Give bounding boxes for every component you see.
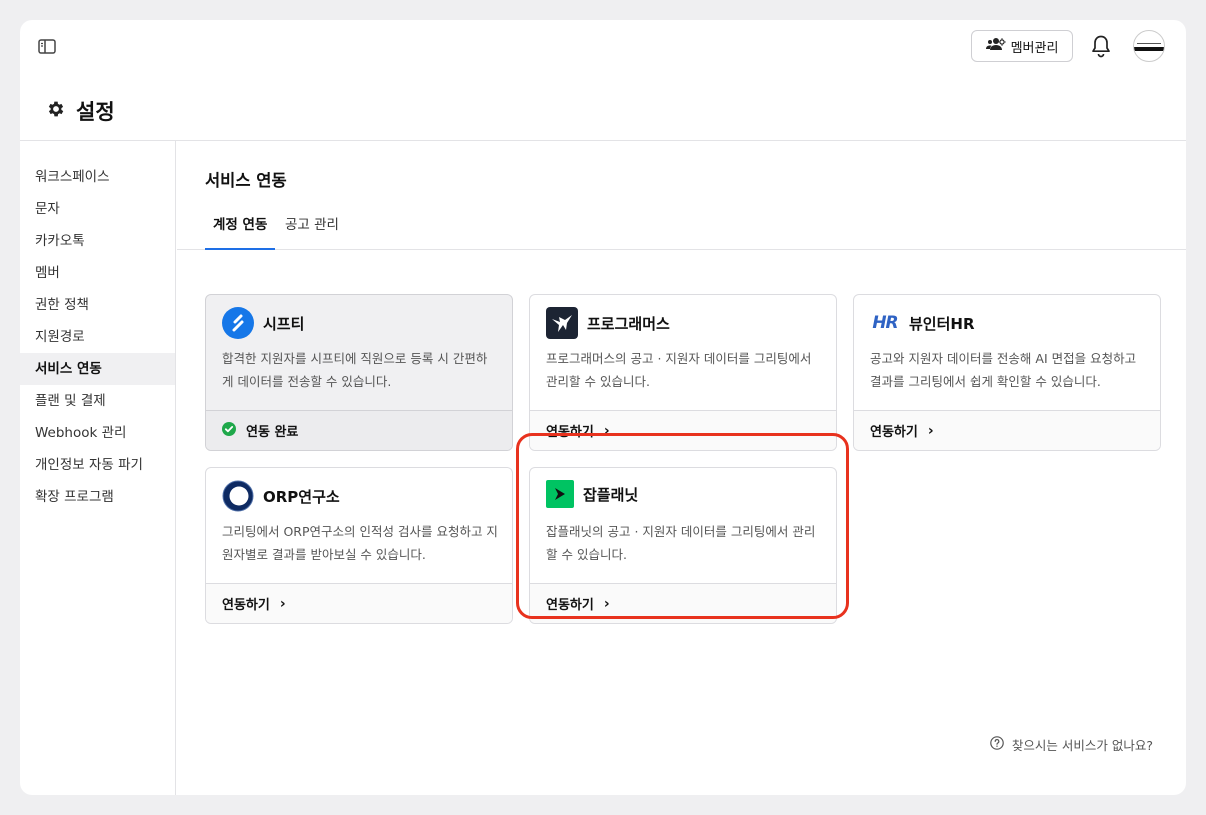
topbar: 멤버관리 [20, 20, 1186, 76]
app-window: 멤버관리 설정 워크스페이스 문자 카카오톡 멤버 권한 정책 지원경로 서비스… [20, 20, 1186, 795]
sidebar-item-sms[interactable]: 문자 [20, 193, 175, 225]
sidebar-item-integrations[interactable]: 서비스 연동 [20, 353, 175, 385]
card-title: 잡플래닛 [583, 485, 639, 504]
status-label: 연동 완료 [246, 425, 299, 440]
integration-status: 연동 완료 [206, 410, 512, 450]
integration-card-viewinter-hr: HR 뷰인터HR 공고와 지원자 데이터를 전송해 AI 면접을 요청하고 결과… [853, 294, 1161, 451]
card-description: 프로그래머스의 공고 · 지원자 데이터를 그리팅에서 관리할 수 있습니다. [546, 351, 812, 389]
question-circle-icon [990, 736, 1004, 753]
missing-service-help-link[interactable]: 찾으시는 서비스가 없나요? [990, 735, 1153, 754]
tab-account-integration[interactable]: 계정 연동 [205, 215, 276, 250]
bell-icon[interactable] [1090, 34, 1112, 58]
gear-icon [46, 99, 66, 123]
card-title: ORP연구소 [263, 487, 340, 506]
page-title: 설정 [76, 100, 115, 124]
connect-button[interactable]: 연동하기 › [206, 583, 512, 623]
connect-label: 연동하기 [546, 425, 594, 440]
chevron-right-icon: › [603, 422, 610, 439]
connect-button[interactable]: 연동하기 › [530, 410, 836, 450]
chevron-right-icon: › [603, 595, 610, 612]
card-title: 프로그래머스 [587, 314, 670, 333]
integration-card-programmers: 프로그래머스 프로그래머스의 공고 · 지원자 데이터를 그리팅에서 관리할 수… [529, 294, 837, 451]
sidebar-toggle-icon[interactable] [38, 38, 56, 54]
jobplanet-logo-icon [546, 480, 574, 508]
card-title: 뷰인터HR [909, 314, 975, 333]
card-title: 시프티 [263, 314, 305, 333]
sidebar-item-sources[interactable]: 지원경로 [20, 321, 175, 353]
programmers-logo-icon [546, 307, 578, 339]
member-management-button[interactable]: 멤버관리 [971, 30, 1073, 62]
main-content: 서비스 연동 계정 연동 공고 관리 시프티 합격한 지원자를 시프티에 직원으… [177, 141, 1186, 795]
tab-job-posting[interactable]: 공고 관리 [285, 215, 339, 250]
member-management-label: 멤버관리 [1010, 40, 1059, 56]
chevron-right-icon: › [279, 595, 286, 612]
sidebar-item-workspace[interactable]: 워크스페이스 [20, 161, 175, 193]
card-description: 잡플래닛의 공고 · 지원자 데이터를 그리팅에서 관리할 수 있습니다. [546, 524, 816, 562]
connect-button[interactable]: 연동하기 › [854, 410, 1160, 450]
sidebar-item-kakaotalk[interactable]: 카카오톡 [20, 225, 175, 257]
integration-card-shiftee: 시프티 합격한 지원자를 시프티에 직원으로 등록 시 간편하게 데이터를 전송… [205, 294, 513, 451]
viewinter-logo-icon: HR [872, 313, 898, 333]
sidebar-item-extensions[interactable]: 확장 프로그램 [20, 481, 175, 513]
users-icon [985, 37, 1006, 55]
sidebar-item-members[interactable]: 멤버 [20, 257, 175, 289]
sidebar-item-permissions[interactable]: 권한 정책 [20, 289, 175, 321]
connect-label: 연동하기 [546, 598, 594, 613]
sidebar-item-data-purge[interactable]: 개인정보 자동 파기 [20, 449, 175, 481]
connect-label: 연동하기 [222, 598, 270, 613]
orp-logo-icon [222, 480, 254, 512]
integration-card-jobplanet: 잡플래닛 잡플래닛의 공고 · 지원자 데이터를 그리팅에서 관리할 수 있습니… [529, 467, 837, 624]
sidebar: 워크스페이스 문자 카카오톡 멤버 권한 정책 지원경로 서비스 연동 플랜 및… [20, 141, 176, 795]
card-description: 그리팅에서 ORP연구소의 인적성 검사를 요청하고 지원자별로 결과를 받아보… [222, 524, 498, 562]
shiftee-logo-icon [222, 307, 254, 339]
sidebar-item-billing[interactable]: 플랜 및 결제 [20, 385, 175, 417]
card-description: 공고와 지원자 데이터를 전송해 AI 면접을 요청하고 결과를 그리팅에서 쉽… [870, 351, 1137, 389]
connect-label: 연동하기 [870, 425, 918, 440]
help-label: 찾으시는 서비스가 없나요? [1011, 738, 1153, 753]
avatar[interactable] [1133, 30, 1165, 62]
connect-button[interactable]: 연동하기 › [530, 583, 836, 623]
chevron-right-icon: › [927, 422, 934, 439]
section-title: 서비스 연동 [205, 171, 287, 190]
integration-card-orp: ORP연구소 그리팅에서 ORP연구소의 인적성 검사를 요청하고 지원자별로 … [205, 467, 513, 624]
check-circle-icon [222, 421, 236, 440]
tab-bar: 계정 연동 공고 관리 [177, 215, 1186, 250]
page-header: 설정 [46, 96, 115, 126]
card-description: 합격한 지원자를 시프티에 직원으로 등록 시 간편하게 데이터를 전송할 수 … [222, 351, 488, 389]
sidebar-item-webhook[interactable]: Webhook 관리 [20, 417, 175, 449]
